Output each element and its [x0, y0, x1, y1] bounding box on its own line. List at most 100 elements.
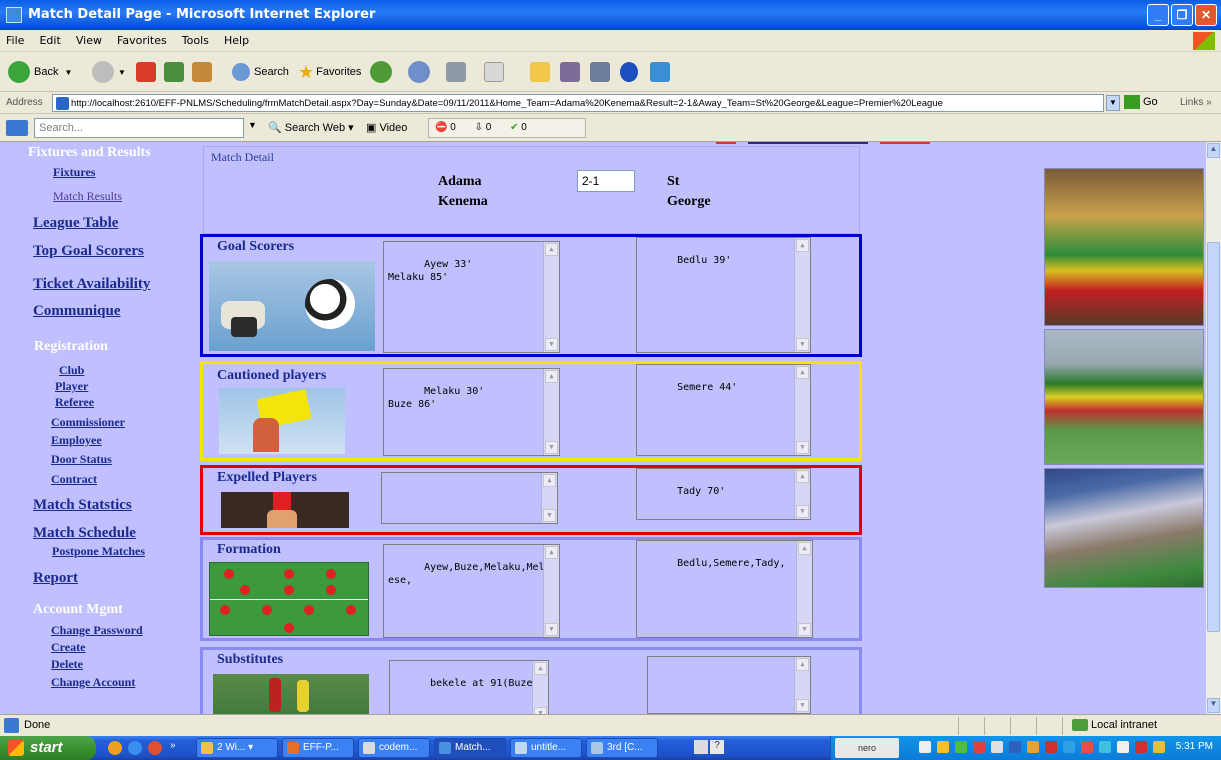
textarea-scrollbar[interactable]: ▲ ▼ — [796, 541, 812, 637]
nav-create-link[interactable]: Create — [51, 640, 85, 655]
toolbar-search-input[interactable]: Search... — [34, 118, 244, 138]
search-dropdown-icon[interactable]: ▼ — [248, 120, 257, 130]
home-goal-scorers-textarea[interactable]: Ayew 33' Melaku 85' ▲ ▼ — [383, 241, 560, 353]
mail-button[interactable] — [408, 60, 430, 84]
menu-edit[interactable]: Edit — [33, 30, 66, 47]
page-scrollbar[interactable]: ▲ ▼ — [1206, 142, 1221, 714]
taskbar-item-untitled[interactable]: untitle... — [510, 738, 582, 758]
away-goal-scorers-textarea[interactable]: Bedlu 39' ▲ ▼ — [636, 237, 811, 353]
nav-ticket-link[interactable]: Ticket Availability — [33, 276, 150, 293]
away-expelled-textarea[interactable]: Tady 70' ▲ ▼ — [636, 468, 811, 520]
nav-club-link[interactable]: Club — [59, 363, 84, 378]
window-title-bar[interactable]: Match Detail Page - Microsoft Internet E… — [0, 0, 1221, 30]
quicklaunch-firefox-icon[interactable] — [108, 741, 122, 755]
textarea-scrollbar[interactable]: ▲ ▼ — [543, 369, 559, 455]
scroll-up-button[interactable]: ▲ — [1207, 143, 1220, 158]
maximize-button[interactable]: ❐ — [1171, 4, 1193, 26]
download-counter[interactable]: ⇩ 0 — [475, 122, 492, 133]
taskbar-item-code[interactable]: codem... — [358, 738, 430, 758]
video-button[interactable]: ▣ Video — [366, 121, 407, 134]
tray-icon-10[interactable] — [1081, 741, 1093, 753]
tray-icon-12[interactable] — [1117, 741, 1129, 753]
nav-door-status-link[interactable]: Door Status — [51, 452, 112, 467]
tray-icon-3[interactable] — [955, 741, 967, 753]
taskbar-item-eff[interactable]: EFF-P... — [282, 738, 354, 758]
nav-report-link[interactable]: Report — [33, 570, 78, 587]
menu-view[interactable]: View — [70, 30, 108, 47]
textarea-scrollbar[interactable]: ▲ ▼ — [794, 238, 810, 352]
tray-icon-1[interactable] — [919, 741, 931, 753]
tray-icon-8[interactable] — [1045, 741, 1057, 753]
quicklaunch-more-icon[interactable]: » — [170, 740, 176, 751]
textarea-scrollbar[interactable]: ▲ ▼ — [543, 242, 559, 352]
tray-icon-14[interactable] — [1153, 741, 1165, 753]
home-substitutes-textarea[interactable]: bekele at 91(Buze) ▲ ▼ — [389, 660, 549, 714]
away-substitutes-textarea[interactable]: ▲ ▼ — [647, 656, 811, 714]
home-button[interactable] — [192, 60, 212, 84]
tray-icon-13[interactable] — [1135, 741, 1147, 753]
match-result-field[interactable]: 2-1 — [577, 170, 635, 192]
research-button[interactable] — [560, 60, 580, 84]
address-dropdown-button[interactable]: ▼ — [1106, 95, 1120, 111]
home-cautioned-textarea[interactable]: Melaku 30' Buze 86' ▲ ▼ — [383, 368, 560, 456]
history-button[interactable] — [370, 60, 392, 84]
address-input[interactable]: http://localhost:2610/EFF-PNLMS/Scheduli… — [52, 94, 1104, 112]
tray-icon-6[interactable] — [1009, 741, 1021, 753]
minimize-button[interactable]: _ — [1147, 4, 1169, 26]
favorites-button[interactable]: ★ Favorites — [298, 60, 361, 84]
help-icon[interactable]: ? — [710, 740, 724, 754]
away-cautioned-textarea[interactable]: Semere 44' ▲ ▼ — [636, 364, 811, 456]
taskbar-item-3rd[interactable]: 3rd [C... — [586, 738, 658, 758]
nav-employee-link[interactable]: Employee — [51, 433, 102, 448]
close-button[interactable]: ✕ — [1195, 4, 1217, 26]
nav-contract-link[interactable]: Contract — [51, 472, 97, 487]
nero-search-box[interactable]: nero — [835, 738, 899, 758]
search-web-button[interactable]: 🔍 Search Web ▾ — [268, 121, 354, 134]
refresh-button[interactable] — [164, 60, 184, 84]
popup-counter[interactable]: ⛔ 0 — [435, 122, 456, 133]
nav-fixtures-link[interactable]: Fixtures — [53, 165, 95, 180]
start-button[interactable]: start — [0, 736, 96, 760]
tray-icon-2[interactable] — [937, 741, 949, 753]
keyboard-icon[interactable] — [694, 740, 708, 754]
nav-change-password-link[interactable]: Change Password — [51, 623, 143, 638]
tray-icon-11[interactable] — [1099, 741, 1111, 753]
toolbar-menu-icon[interactable] — [6, 120, 28, 136]
textarea-scrollbar[interactable]: ▲ ▼ — [532, 661, 548, 714]
nav-league-table-link[interactable]: League Table — [33, 215, 118, 232]
nav-match-stats-link[interactable]: Match Statstics — [33, 497, 132, 514]
menu-file[interactable]: File — [0, 30, 30, 47]
tray-icon-5[interactable] — [991, 741, 1003, 753]
textarea-scrollbar[interactable]: ▲ ▼ — [794, 657, 810, 713]
nav-player-link[interactable]: Player — [55, 379, 88, 394]
away-formation-textarea[interactable]: Bedlu,Semere,Tady, ▲ ▼ — [636, 540, 813, 638]
check-counter[interactable]: ✔ 0 — [510, 122, 527, 133]
taskbar-item-match[interactable]: Match... — [434, 738, 506, 758]
taskbar-item-explorer[interactable]: 2 Wi... ▾ — [196, 738, 278, 758]
nav-referee-link[interactable]: Referee — [55, 395, 94, 410]
textarea-scrollbar[interactable]: ▲ ▼ — [794, 469, 810, 519]
scroll-thumb[interactable] — [1207, 242, 1220, 632]
textarea-scrollbar[interactable]: ▲ ▼ — [794, 365, 810, 455]
go-button[interactable]: Go — [1124, 95, 1158, 109]
forward-button[interactable]: ▼ — [92, 60, 126, 84]
nav-postpone-link[interactable]: Postpone Matches — [52, 544, 145, 559]
bluetooth-button[interactable] — [620, 60, 638, 84]
nav-change-account-link[interactable]: Change Account — [51, 675, 135, 690]
back-button[interactable]: Back ▼ — [8, 60, 72, 84]
search-button[interactable]: Search — [232, 60, 289, 84]
print-button[interactable] — [446, 60, 466, 84]
tray-icon-7[interactable] — [1027, 741, 1039, 753]
users-button[interactable] — [650, 60, 670, 84]
nav-match-results-link[interactable]: Match Results — [53, 189, 122, 204]
messenger-button[interactable] — [590, 60, 610, 84]
links-button[interactable]: Links » — [1180, 97, 1212, 108]
nav-top-scorers-link[interactable]: Top Goal Scorers — [33, 243, 144, 260]
menu-favorites[interactable]: Favorites — [111, 30, 173, 47]
menu-help[interactable]: Help — [218, 30, 255, 47]
quicklaunch-ie-icon[interactable] — [128, 741, 142, 755]
edit-button[interactable] — [484, 60, 504, 84]
home-formation-textarea[interactable]: Ayew,Buze,Melaku,Mel ese, ▲ ▼ — [383, 544, 560, 638]
nav-match-schedule-link[interactable]: Match Schedule — [33, 525, 136, 542]
quicklaunch-app-icon[interactable] — [148, 741, 162, 755]
